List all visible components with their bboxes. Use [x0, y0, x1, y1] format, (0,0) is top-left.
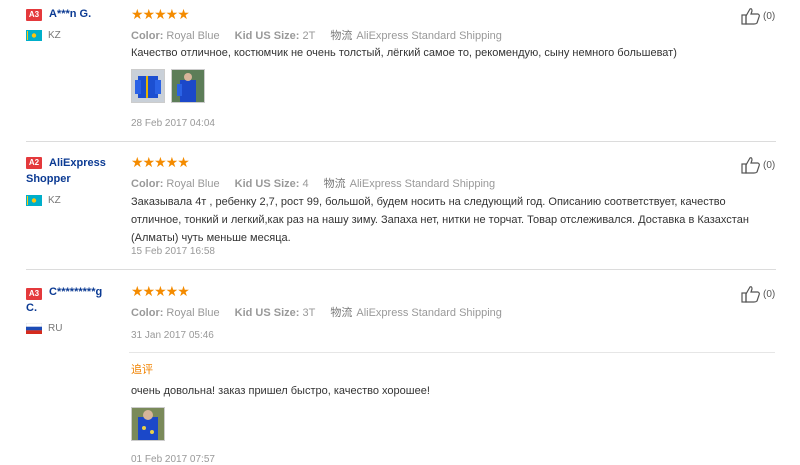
- order-info: Color: Royal Blue Kid US Size: 3T 物流 AliExp…: [131, 304, 502, 320]
- helpful-button[interactable]: (0): [741, 156, 775, 174]
- size-value: 4: [302, 178, 309, 190]
- color-label: Color:: [131, 30, 164, 42]
- review-date: 28 Feb 2017 04:04: [131, 118, 215, 129]
- review-photo-thumbnail[interactable]: [131, 407, 165, 441]
- reviewer-country: KZ: [48, 30, 61, 41]
- reviewer-name[interactable]: A***n G.: [49, 6, 119, 22]
- child-photo-icon: [172, 70, 204, 102]
- color-value: Royal Blue: [166, 307, 220, 319]
- shipping-icon: 物流: [323, 178, 346, 190]
- size-value: 2T: [302, 30, 316, 42]
- kz-flag-icon: [26, 195, 42, 206]
- shipping-method: AliExpress Standard Shipping: [356, 307, 502, 319]
- color-value: Royal Blue: [166, 30, 220, 42]
- shipping-icon: 物流: [330, 307, 353, 319]
- thumbs-up-icon: [741, 8, 760, 25]
- review-text: Заказывала 4т , ребенку 2,7, рост 99, бо…: [131, 196, 749, 244]
- shipping-method: AliExpress Standard Shipping: [356, 30, 502, 42]
- rating-stars: ★★★★★: [131, 6, 190, 22]
- helpful-count: (0): [763, 10, 776, 22]
- color-value: Royal Blue: [166, 178, 220, 190]
- review-divider: [26, 269, 776, 270]
- helpful-count: (0): [763, 288, 776, 300]
- reviewer-name[interactable]: AliExpress Shopper: [26, 155, 116, 187]
- review-divider: [26, 141, 776, 142]
- size-value: 3T: [302, 307, 316, 319]
- follow-up-label: 追评: [131, 364, 153, 376]
- helpful-button[interactable]: (0): [741, 7, 775, 25]
- order-info: Color: Royal Blue Kid US Size: 4 物流 AliExpr…: [131, 175, 495, 191]
- follow-up-date: 01 Feb 2017 07:57: [131, 454, 215, 465]
- child-photo-icon: [132, 408, 164, 440]
- review-photo-thumbnail[interactable]: [171, 69, 205, 103]
- review-photo-thumbnail[interactable]: [131, 69, 165, 103]
- size-label: Kid US Size:: [234, 178, 300, 190]
- shipping-icon: 物流: [330, 30, 353, 42]
- jacket-photo-icon: [132, 70, 164, 102]
- rating-stars: ★★★★★: [131, 154, 190, 170]
- rating-stars: ★★★★★: [131, 283, 190, 299]
- follow-up-text: очень довольна! заказ пришел быстро, кач…: [131, 385, 430, 397]
- buyer-level-badge: A3: [26, 9, 42, 21]
- shipping-method: AliExpress Standard Shipping: [349, 178, 496, 190]
- review-date: 31 Jan 2017 05:46: [131, 330, 214, 341]
- kz-flag-icon: [26, 30, 42, 41]
- order-info: Color: Royal Blue Kid US Size: 2T 物流 AliExp…: [131, 27, 502, 43]
- reviewer-country: RU: [48, 323, 63, 334]
- ru-flag-icon: [26, 323, 42, 334]
- reviewer-name[interactable]: C*********g C.: [26, 284, 116, 316]
- reviewer-country: KZ: [48, 195, 61, 206]
- color-label: Color:: [131, 178, 164, 190]
- size-label: Kid US Size:: [234, 307, 300, 319]
- follow-up-divider: [129, 352, 775, 353]
- helpful-count: (0): [763, 159, 776, 171]
- color-label: Color:: [131, 307, 164, 319]
- size-label: Kid US Size:: [234, 30, 300, 42]
- thumbs-up-icon: [741, 286, 760, 303]
- helpful-button[interactable]: (0): [741, 285, 775, 303]
- review-date: 15 Feb 2017 16:58: [131, 246, 215, 257]
- review-text: Качество отличное, костюмчик не очень то…: [131, 47, 677, 59]
- thumbs-up-icon: [741, 157, 760, 174]
